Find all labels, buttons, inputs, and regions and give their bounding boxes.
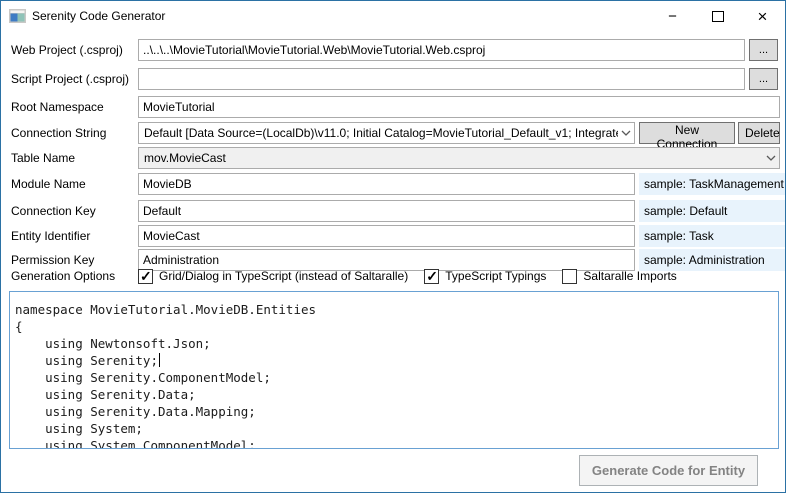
table-name-value: mov.MovieCast	[139, 151, 763, 165]
module-name-label: Module Name	[11, 173, 136, 195]
close-button[interactable]: ×	[740, 1, 785, 31]
entity-identifier-input[interactable]	[138, 225, 635, 247]
connection-string-combobox[interactable]: Default [Data Source=(LocalDb)\v11.0; In…	[138, 122, 635, 144]
maximize-button[interactable]	[695, 1, 740, 31]
entity-identifier-label: Entity Identifier	[11, 225, 136, 247]
minimize-icon: −	[668, 8, 677, 25]
table-name-label: Table Name	[11, 147, 136, 169]
root-namespace-label: Root Namespace	[11, 96, 136, 118]
title-bar: Serenity Code Generator − ×	[1, 1, 785, 32]
module-name-input[interactable]	[138, 173, 635, 195]
serenity-code-generator-window: Serenity Code Generator − × Web Project …	[0, 0, 786, 493]
app-icon	[9, 9, 26, 24]
option-saltaralle-imports[interactable]: Saltaralle Imports	[562, 269, 676, 284]
generation-options-label: Generation Options	[11, 267, 115, 285]
option-typescript-typings[interactable]: TypeScript Typings	[424, 269, 546, 284]
window-title: Serenity Code Generator	[32, 9, 165, 23]
entity-identifier-sample: sample: Task	[639, 225, 785, 247]
root-namespace-input[interactable]	[138, 96, 780, 118]
option-label: Grid/Dialog in TypeScript (instead of Sa…	[159, 269, 408, 283]
generate-code-for-entity-button[interactable]: Generate Code for Entity	[579, 455, 758, 486]
script-project-input[interactable]	[138, 68, 745, 90]
module-name-sample: sample: TaskManagement	[639, 173, 785, 195]
connection-string-label: Connection String	[11, 122, 136, 144]
connection-key-input[interactable]	[138, 200, 635, 222]
new-connection-button[interactable]: New Connection	[639, 122, 735, 144]
option-label: Saltaralle Imports	[583, 269, 676, 283]
web-project-input[interactable]	[138, 39, 745, 61]
generation-options-group: Grid/Dialog in TypeScript (instead of Sa…	[138, 267, 693, 285]
minimize-button[interactable]: −	[650, 1, 695, 31]
script-project-browse-button[interactable]: ...	[749, 68, 778, 90]
window-controls: − ×	[650, 1, 785, 31]
delete-connection-button[interactable]: Delete	[738, 122, 780, 144]
option-label: TypeScript Typings	[445, 269, 546, 283]
table-name-combobox[interactable]: mov.MovieCast	[138, 147, 780, 169]
script-project-label: Script Project (.csproj)	[11, 68, 136, 90]
web-project-browse-button[interactable]: ...	[749, 39, 778, 61]
connection-key-label: Connection Key	[11, 200, 136, 222]
web-project-label: Web Project (.csproj)	[11, 39, 136, 61]
close-icon: ×	[758, 8, 768, 25]
connection-key-sample: sample: Default	[639, 200, 785, 222]
maximize-icon	[712, 11, 724, 22]
chevron-down-icon	[763, 155, 779, 161]
code-preview-textbox[interactable]: namespace MovieTutorial.MovieDB.Entities…	[9, 291, 779, 449]
checkbox-icon[interactable]	[138, 269, 153, 284]
code-preview-text: namespace MovieTutorial.MovieDB.Entities…	[10, 292, 778, 449]
option-grid-dialog-typescript[interactable]: Grid/Dialog in TypeScript (instead of Sa…	[138, 269, 408, 284]
checkbox-icon[interactable]	[562, 269, 577, 284]
checkbox-icon[interactable]	[424, 269, 439, 284]
chevron-down-icon	[618, 130, 634, 136]
connection-string-value: Default [Data Source=(LocalDb)\v11.0; In…	[139, 126, 618, 140]
text-caret	[159, 353, 160, 367]
